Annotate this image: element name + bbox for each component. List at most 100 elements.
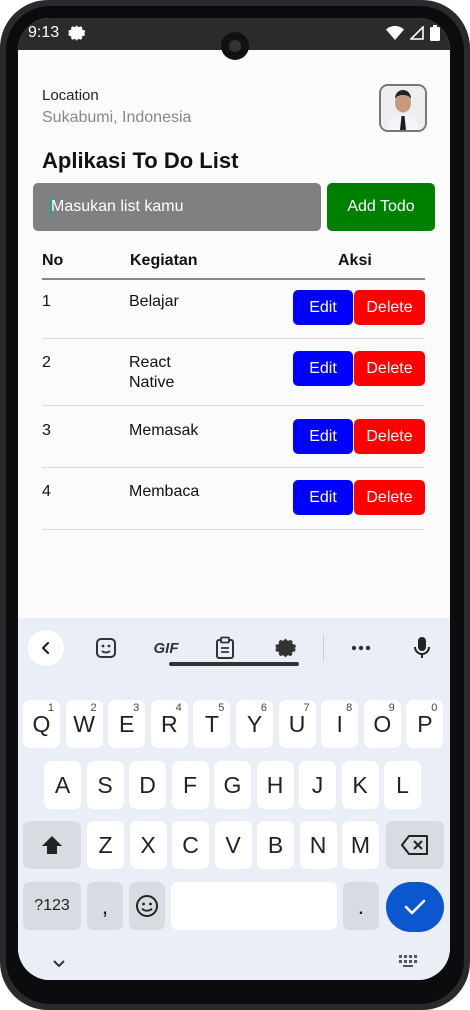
table-row: 4 Membaca Edit Delete (42, 468, 425, 530)
period-key[interactable]: . (343, 882, 379, 930)
key-e[interactable]: E3 (108, 700, 146, 748)
backspace-key[interactable] (386, 821, 444, 869)
row-number: 4 (42, 483, 51, 500)
navigation-handle[interactable] (169, 662, 299, 666)
key-hint: 0 (431, 702, 438, 714)
key-t[interactable]: T5 (193, 700, 231, 748)
avatar[interactable] (379, 84, 427, 132)
key-hint: 2 (90, 702, 97, 714)
space-key[interactable] (171, 882, 337, 930)
edit-button[interactable]: Edit (293, 419, 353, 454)
screen: 9:13 Location Sukabumi, Indonesia Aplika… (18, 18, 450, 980)
status-time: 9:13 (28, 24, 60, 41)
page-title: Aplikasi To Do List (42, 148, 239, 173)
emoji-key[interactable] (129, 882, 165, 930)
key-letter: Q (32, 710, 51, 737)
key-x[interactable]: X (129, 821, 167, 869)
key-m[interactable]: M (342, 821, 379, 869)
signal-icon (409, 25, 424, 45)
delete-button[interactable]: Delete (354, 290, 425, 325)
chevron-down-icon[interactable] (52, 956, 66, 974)
key-h[interactable]: H (256, 761, 294, 809)
key-f[interactable]: F (171, 761, 209, 809)
key-u[interactable]: U7 (278, 700, 316, 748)
shift-key[interactable] (23, 821, 81, 869)
key-s[interactable]: S (86, 761, 124, 809)
shift-icon (42, 836, 62, 854)
edit-button[interactable]: Edit (293, 290, 353, 325)
more-icon[interactable] (348, 630, 374, 666)
key-y[interactable]: Y6 (236, 700, 273, 748)
row-kegiatan: Belajar (129, 293, 179, 310)
key-c[interactable]: C (172, 821, 209, 869)
key-letter: I (336, 710, 343, 737)
keyboard-icon[interactable] (398, 954, 418, 973)
battery-icon (430, 25, 440, 46)
comma-key[interactable]: , (87, 882, 123, 930)
backspace-icon (401, 835, 428, 855)
location-value: Sukabumi, Indonesia (42, 109, 192, 126)
key-letter: P (417, 710, 433, 737)
key-hint: 8 (346, 702, 353, 714)
key-n[interactable]: N (299, 821, 337, 869)
key-p[interactable]: P0 (406, 700, 444, 748)
key-r[interactable]: R4 (150, 700, 188, 748)
mic-icon[interactable] (410, 630, 434, 666)
key-letter: O (373, 710, 392, 737)
symbols-key[interactable]: ?123 (23, 882, 81, 930)
row-kegiatan: Memasak (129, 422, 199, 439)
settings-icon (68, 24, 86, 46)
status-icons (386, 25, 440, 46)
key-letter: W (73, 710, 95, 737)
delete-button[interactable]: Delete (354, 351, 425, 386)
clipboard-icon[interactable] (212, 630, 238, 666)
key-k[interactable]: K (341, 761, 379, 809)
table-row: 3 Memasak Edit Delete (42, 406, 425, 468)
key-hint: 7 (303, 702, 310, 714)
key-hint: 5 (218, 702, 225, 714)
enter-key[interactable] (386, 882, 444, 932)
key-z[interactable]: Z (87, 821, 124, 869)
key-a[interactable]: A (44, 761, 81, 809)
edit-button[interactable]: Edit (293, 480, 353, 515)
gear-icon[interactable] (272, 630, 300, 666)
key-hint: 9 (388, 702, 395, 714)
delete-button[interactable]: Delete (354, 480, 425, 515)
row-number: 2 (42, 354, 51, 371)
key-d[interactable]: D (129, 761, 166, 809)
key-b[interactable]: B (257, 821, 294, 869)
key-o[interactable]: O9 (363, 700, 401, 748)
todo-input[interactable] (33, 183, 321, 231)
key-letter: Y (246, 710, 263, 737)
header-kegiatan: Kegiatan (130, 252, 198, 269)
key-letter: R (160, 710, 178, 737)
table-row: 2 React Native Edit Delete (42, 339, 425, 406)
gif-button[interactable]: GIF (148, 630, 184, 666)
sticker-icon[interactable] (92, 630, 120, 666)
location-label: Location (42, 87, 99, 104)
table-header: No Kegiatan Aksi (42, 250, 425, 280)
key-i[interactable]: I8 (321, 700, 359, 748)
edit-button[interactable]: Edit (293, 351, 353, 386)
row-kegiatan: Membaca (129, 483, 200, 500)
key-g[interactable]: G (214, 761, 251, 809)
key-q[interactable]: Q1 (23, 700, 60, 748)
add-todo-button[interactable]: Add Todo (327, 183, 435, 231)
check-icon (404, 899, 426, 915)
todo-app: Location Sukabumi, Indonesia Aplikasi To… (18, 50, 450, 636)
emoji-icon (136, 895, 158, 917)
key-w[interactable]: W2 (65, 700, 103, 748)
key-v[interactable]: V (214, 821, 252, 869)
delete-button[interactable]: Delete (354, 419, 425, 454)
chevron-left-icon[interactable] (28, 630, 64, 666)
key-j[interactable]: J (299, 761, 336, 809)
key-l[interactable]: L (384, 761, 421, 809)
header-no: No (42, 252, 64, 269)
toolbar-divider (323, 635, 324, 661)
row-kegiatan: React Native (129, 354, 175, 391)
key-hint: 6 (260, 702, 267, 714)
row-number: 1 (42, 293, 51, 310)
key-hint: 3 (133, 702, 140, 714)
wifi-icon (386, 26, 404, 45)
soft-keyboard: GIF Q1W2E3R4T5Y6U7I8O9P0 ASDFGHJKL ZXCVB… (18, 618, 450, 980)
